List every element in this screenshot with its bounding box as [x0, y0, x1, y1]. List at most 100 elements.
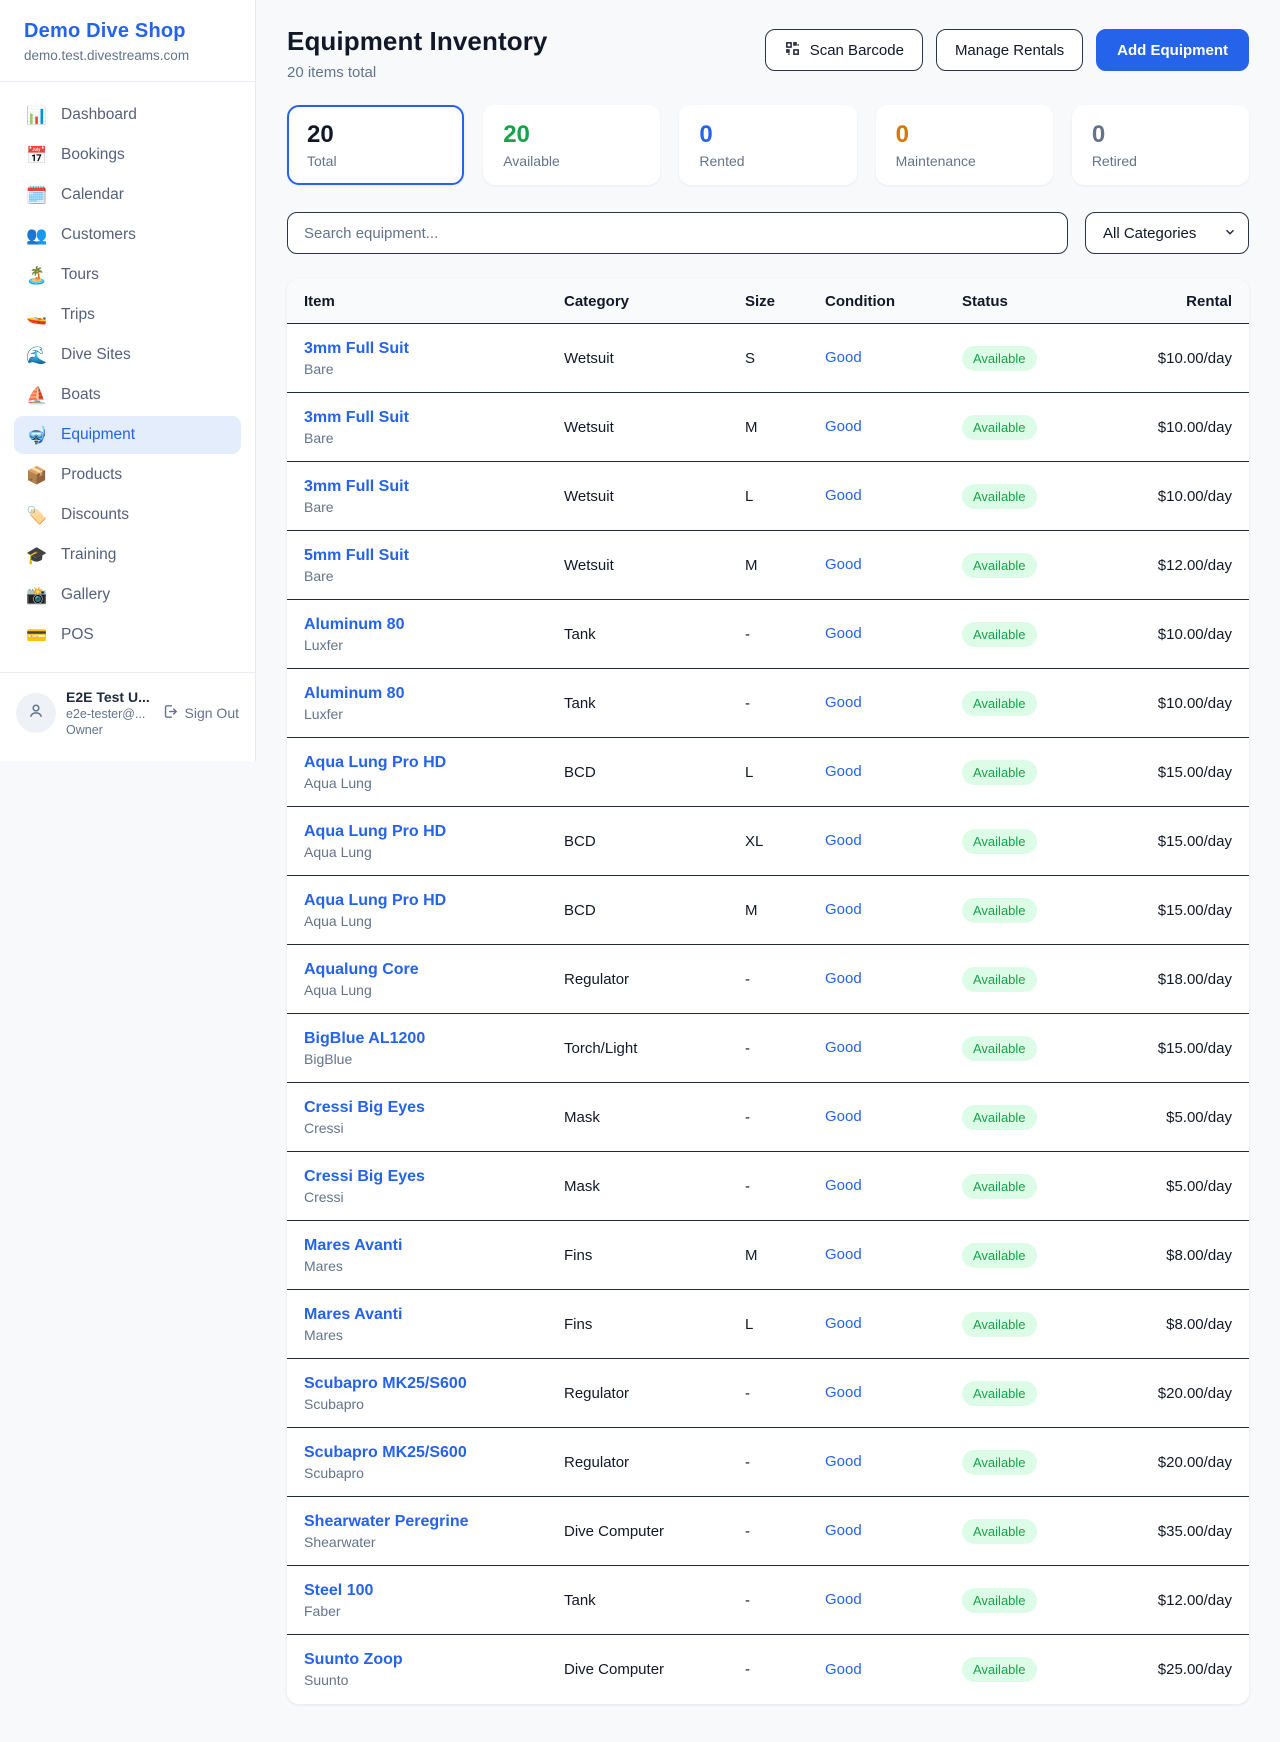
col-header-category: Category: [564, 293, 745, 310]
category-cell: Fins: [564, 1247, 745, 1264]
spiral-calendar-icon: 🗓️: [26, 187, 48, 204]
sidebar-item-dive-sites[interactable]: 🌊 Dive Sites: [14, 336, 241, 374]
item-brand: Mares: [304, 1327, 564, 1343]
stat-label: Retired: [1092, 153, 1229, 169]
sidebar-item-gallery[interactable]: 📸 Gallery: [14, 576, 241, 614]
condition-link[interactable]: Good: [825, 556, 862, 573]
item-name-link[interactable]: Suunto Zoop: [304, 1651, 564, 1669]
sidebar-item-bookings[interactable]: 📅 Bookings: [14, 136, 241, 174]
condition-link[interactable]: Good: [825, 970, 862, 987]
category-cell: BCD: [564, 764, 745, 781]
condition-cell: Good: [825, 349, 962, 367]
status-badge: Available: [962, 829, 1037, 854]
item-name-link[interactable]: BigBlue AL1200: [304, 1030, 564, 1048]
condition-link[interactable]: Good: [825, 901, 862, 918]
condition-link[interactable]: Good: [825, 763, 862, 780]
item-name-link[interactable]: Mares Avanti: [304, 1237, 564, 1255]
sign-out-button[interactable]: Sign Out: [162, 703, 239, 723]
sidebar-item-dashboard[interactable]: 📊 Dashboard: [14, 96, 241, 134]
bar-chart-icon: 📊: [26, 107, 48, 124]
rental-cell: $15.00/day: [1102, 833, 1232, 850]
condition-link[interactable]: Good: [825, 1384, 862, 1401]
category-cell: Torch/Light: [564, 1040, 745, 1057]
item-name-link[interactable]: 3mm Full Suit: [304, 478, 564, 496]
sidebar-item-discounts[interactable]: 🏷️ Discounts: [14, 496, 241, 534]
sidebar-item-customers[interactable]: 👥 Customers: [14, 216, 241, 254]
item-name-link[interactable]: Aluminum 80: [304, 685, 564, 703]
scan-barcode-button[interactable]: Scan Barcode: [765, 29, 923, 71]
item-name-link[interactable]: Cressi Big Eyes: [304, 1168, 564, 1186]
stat-card-retired[interactable]: 0 Retired: [1072, 105, 1249, 185]
sidebar-item-pos[interactable]: 💳 POS: [14, 616, 241, 654]
items-total-count: 20 items total: [287, 64, 547, 81]
stat-card-rented[interactable]: 0 Rented: [679, 105, 856, 185]
item-name-link[interactable]: 5mm Full Suit: [304, 547, 564, 565]
sidebar-item-training[interactable]: 🎓 Training: [14, 536, 241, 574]
size-cell: -: [745, 1523, 825, 1540]
condition-link[interactable]: Good: [825, 1591, 862, 1608]
condition-link[interactable]: Good: [825, 1246, 862, 1263]
item-cell: Aqua Lung Pro HD Aqua Lung: [304, 754, 564, 791]
sidebar-item-boats[interactable]: ⛵ Boats: [14, 376, 241, 414]
status-badge: Available: [962, 1243, 1037, 1268]
item-name-link[interactable]: Aqualung Core: [304, 961, 564, 979]
condition-link[interactable]: Good: [825, 1453, 862, 1470]
stat-card-maintenance[interactable]: 0 Maintenance: [876, 105, 1053, 185]
condition-link[interactable]: Good: [825, 625, 862, 642]
item-name-link[interactable]: Mares Avanti: [304, 1306, 564, 1324]
condition-link[interactable]: Good: [825, 1108, 862, 1125]
status-cell: Available: [962, 1036, 1102, 1061]
condition-link[interactable]: Good: [825, 1315, 862, 1332]
item-name-link[interactable]: Shearwater Peregrine: [304, 1513, 564, 1531]
stat-value: 20: [503, 121, 640, 149]
item-name-link[interactable]: 3mm Full Suit: [304, 340, 564, 358]
item-name-link[interactable]: Aqua Lung Pro HD: [304, 754, 564, 772]
condition-link[interactable]: Good: [825, 694, 862, 711]
condition-cell: Good: [825, 1591, 962, 1609]
stat-card-total[interactable]: 20 Total: [287, 105, 464, 185]
condition-link[interactable]: Good: [825, 487, 862, 504]
calendar-icon: 📅: [26, 147, 48, 164]
item-name-link[interactable]: Steel 100: [304, 1582, 564, 1600]
item-name-link[interactable]: Scubapro MK25/S600: [304, 1375, 564, 1393]
condition-cell: Good: [825, 1453, 962, 1471]
condition-link[interactable]: Good: [825, 1177, 862, 1194]
sidebar-item-trips[interactable]: 🚤 Trips: [14, 296, 241, 334]
category-select[interactable]: All Categories: [1085, 212, 1249, 254]
item-name-link[interactable]: Cressi Big Eyes: [304, 1099, 564, 1117]
add-equipment-button[interactable]: Add Equipment: [1096, 29, 1249, 71]
rental-cell: $10.00/day: [1102, 350, 1232, 367]
condition-link[interactable]: Good: [825, 832, 862, 849]
main-content: Equipment Inventory 20 items total Scan …: [256, 0, 1280, 1732]
search-input[interactable]: [287, 212, 1068, 254]
condition-link[interactable]: Good: [825, 1522, 862, 1539]
size-cell: -: [745, 1454, 825, 1471]
condition-cell: Good: [825, 556, 962, 574]
status-cell: Available: [962, 346, 1102, 371]
size-cell: M: [745, 419, 825, 436]
condition-link[interactable]: Good: [825, 1039, 862, 1056]
size-cell: -: [745, 1040, 825, 1057]
sidebar-item-calendar[interactable]: 🗓️ Calendar: [14, 176, 241, 214]
status-cell: Available: [962, 1588, 1102, 1613]
sidebar-item-tours[interactable]: 🏝️ Tours: [14, 256, 241, 294]
stat-card-available[interactable]: 20 Available: [483, 105, 660, 185]
sidebar-item-products[interactable]: 📦 Products: [14, 456, 241, 494]
category-cell: Dive Computer: [564, 1661, 745, 1678]
sidebar-item-label: Equipment: [61, 426, 135, 444]
item-name-link[interactable]: 3mm Full Suit: [304, 409, 564, 427]
item-name-link[interactable]: Aqua Lung Pro HD: [304, 823, 564, 841]
item-name-link[interactable]: Scubapro MK25/S600: [304, 1444, 564, 1462]
size-cell: M: [745, 902, 825, 919]
status-badge: Available: [962, 1381, 1037, 1406]
condition-link[interactable]: Good: [825, 349, 862, 366]
sidebar-item-equipment[interactable]: 🤿 Equipment: [14, 416, 241, 454]
item-name-link[interactable]: Aluminum 80: [304, 616, 564, 634]
condition-cell: Good: [825, 1522, 962, 1540]
rental-cell: $15.00/day: [1102, 1040, 1232, 1057]
condition-link[interactable]: Good: [825, 1661, 862, 1678]
package-icon: 📦: [26, 467, 48, 484]
item-name-link[interactable]: Aqua Lung Pro HD: [304, 892, 564, 910]
manage-rentals-button[interactable]: Manage Rentals: [936, 29, 1083, 71]
condition-link[interactable]: Good: [825, 418, 862, 435]
